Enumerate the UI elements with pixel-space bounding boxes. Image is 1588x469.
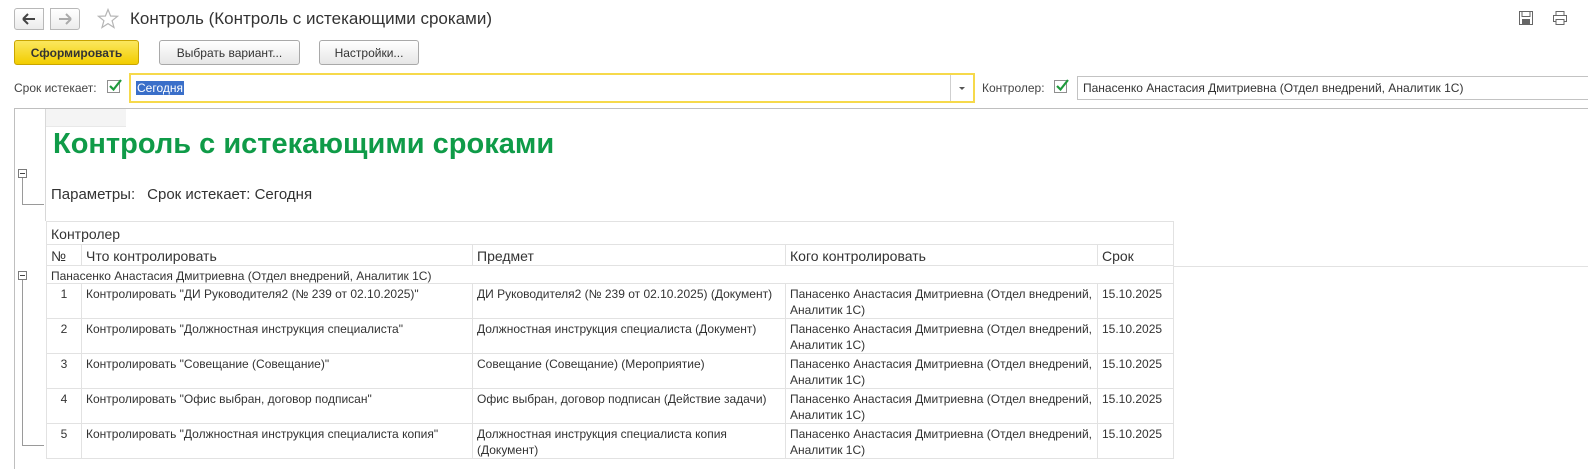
table-row[interactable]: 5 Контролировать "Должностная инструкция… <box>46 423 1175 459</box>
chevron-down-icon <box>959 86 965 90</box>
deadline-value: Сегодня <box>136 81 184 95</box>
outline-line <box>22 445 44 446</box>
row-num: 4 <box>46 388 82 424</box>
back-button[interactable] <box>14 8 44 30</box>
outline-line <box>22 280 23 445</box>
table-row[interactable]: 1 Контролировать "ДИ Руководителя2 (№ 23… <box>46 283 1175 319</box>
column-header-deadline: Срок <box>1096 244 1175 266</box>
controller-filter-label: Контролер: <box>982 81 1045 95</box>
report-title: Контроль с истекающими сроками <box>53 128 555 160</box>
print-icon[interactable] <box>1552 10 1568 26</box>
outline-line <box>22 204 44 205</box>
row-deadline: 15.10.2025 <box>1096 283 1175 319</box>
report-params: Параметры: Срок истекает: Сегодня <box>51 186 312 203</box>
row-deadline: 15.10.2025 <box>1096 388 1175 424</box>
row-num: 3 <box>46 353 82 389</box>
row-whom[interactable]: Панасенко Анастасия Дмитриевна (Отдел вн… <box>785 283 1098 319</box>
dropdown-button[interactable] <box>950 75 973 101</box>
controller-value: Панасенко Анастасия Дмитриевна (Отдел вн… <box>1083 81 1464 95</box>
row-deadline: 15.10.2025 <box>1096 318 1175 354</box>
outline-line <box>22 178 23 204</box>
group-header-cell: Контролер <box>45 221 1175 245</box>
row-what[interactable]: Контролировать "ДИ Руководителя2 (№ 239 … <box>81 283 473 319</box>
row-subject[interactable]: Совещание (Совещание) (Мероприятие) <box>472 353 786 389</box>
controller-filter-checkbox[interactable] <box>1054 79 1069 93</box>
deadline-filter-label: Срок истекает: <box>14 81 97 95</box>
params-label: Параметры: <box>51 186 136 203</box>
row-whom[interactable]: Панасенко Анастасия Дмитриевна (Отдел вн… <box>785 423 1098 459</box>
column-header-whom: Кого контролировать <box>785 244 1098 266</box>
collapse-group-toggle[interactable] <box>18 271 27 280</box>
row-what[interactable]: Контролировать "Совещание (Совещание)" <box>81 353 473 389</box>
choose-variant-button[interactable]: Выбрать вариант... <box>159 40 300 65</box>
row-what[interactable]: Контролировать "Офис выбран, договор под… <box>81 388 473 424</box>
save-icon[interactable] <box>1518 10 1534 26</box>
row-subject[interactable]: Должностная инструкция специалиста (Доку… <box>472 318 786 354</box>
row-whom[interactable]: Панасенко Анастасия Дмитриевна (Отдел вн… <box>785 353 1098 389</box>
checkmark-icon <box>109 79 122 92</box>
table-row[interactable]: 3 Контролировать "Совещание (Совещание)"… <box>46 353 1175 389</box>
params-value: Срок истекает: Сегодня <box>147 186 313 203</box>
deadline-filter-checkbox[interactable] <box>107 79 122 93</box>
arrow-left-icon <box>22 13 35 25</box>
column-header-subject: Предмет <box>472 244 786 266</box>
group-row[interactable]: Панасенко Анастасия Дмитриевна (Отдел вн… <box>45 265 1175 284</box>
row-deadline: 15.10.2025 <box>1096 423 1175 459</box>
row-what[interactable]: Контролировать "Должностная инструкция с… <box>81 423 473 459</box>
row-num: 2 <box>46 318 82 354</box>
forward-button[interactable] <box>50 8 80 30</box>
checkmark-icon <box>1056 79 1069 92</box>
report-table: Контролер № Что контролировать Предмет К… <box>45 221 1175 459</box>
row-whom[interactable]: Панасенко Анастасия Дмитриевна (Отдел вн… <box>785 388 1098 424</box>
table-row[interactable]: 2 Контролировать "Должностная инструкция… <box>46 318 1175 354</box>
group-row-divider <box>1173 266 1588 267</box>
row-deadline: 15.10.2025 <box>1096 353 1175 389</box>
row-subject[interactable]: Офис выбран, договор подписан (Действие … <box>472 388 786 424</box>
column-header-what: Что контролировать <box>81 244 473 266</box>
report-corner-cell <box>46 109 126 127</box>
arrow-right-icon <box>59 13 72 25</box>
table-row[interactable]: 4 Контролировать "Офис выбран, договор п… <box>46 388 1175 424</box>
row-whom[interactable]: Панасенко Анастасия Дмитриевна (Отдел вн… <box>785 318 1098 354</box>
controller-input[interactable]: Панасенко Анастасия Дмитриевна (Отдел вн… <box>1077 76 1588 100</box>
star-icon[interactable] <box>97 8 119 30</box>
settings-button[interactable]: Настройки... <box>319 40 419 65</box>
column-header-num: № <box>46 244 82 266</box>
row-subject[interactable]: ДИ Руководителя2 (№ 239 от 02.10.2025) (… <box>472 283 786 319</box>
generate-button[interactable]: Сформировать <box>14 40 139 65</box>
window-title: Контроль (Контроль с истекающими сроками… <box>130 9 492 28</box>
row-subject[interactable]: Должностная инструкция специалиста копия… <box>472 423 786 459</box>
row-num: 5 <box>46 423 82 459</box>
deadline-combo[interactable]: Сегодня <box>129 73 975 103</box>
collapse-header-toggle[interactable] <box>18 169 27 178</box>
row-what[interactable]: Контролировать "Должностная инструкция с… <box>81 318 473 354</box>
row-num: 1 <box>46 283 82 319</box>
